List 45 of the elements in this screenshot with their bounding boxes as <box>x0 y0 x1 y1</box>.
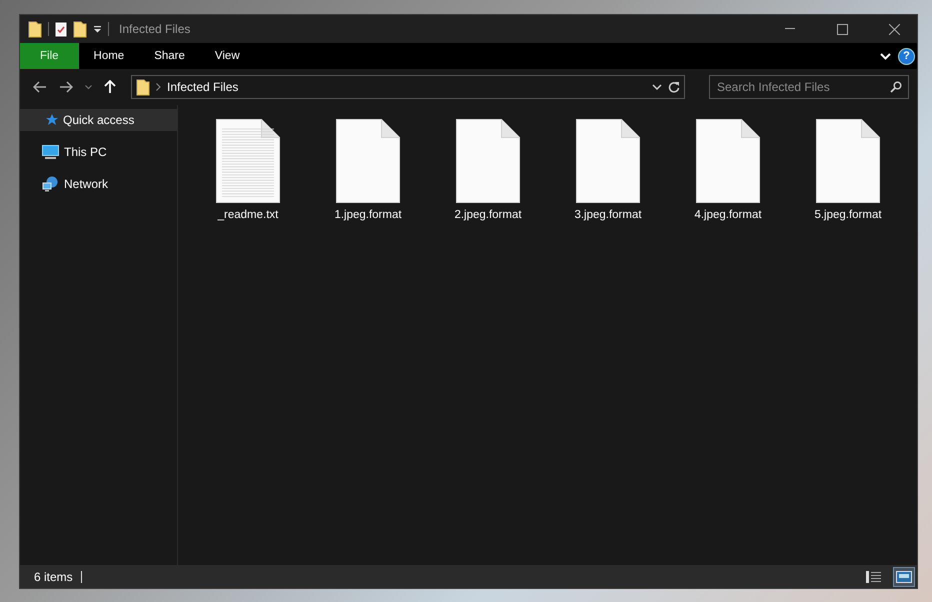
file-name[interactable]: 4.jpeg.format <box>694 209 762 221</box>
ribbon-tab[interactable]: View <box>200 43 255 69</box>
file-name[interactable]: 2.jpeg.format <box>454 209 522 221</box>
monitor-icon <box>42 144 59 160</box>
search-icon <box>890 81 902 93</box>
file-name[interactable]: 1.jpeg.format <box>334 209 402 221</box>
dropdown-chevron-icon[interactable] <box>652 84 662 90</box>
dropdown-caret-icon[interactable] <box>93 25 102 33</box>
navigation-label: Quick access <box>63 113 134 127</box>
file-name[interactable]: 5.jpeg.format <box>814 209 882 221</box>
item-count: 6 items <box>34 570 73 584</box>
refresh-icon[interactable] <box>668 81 680 93</box>
maximize-icon <box>836 24 848 34</box>
new-folder-icon <box>73 20 87 38</box>
blank-document-icon <box>696 119 760 203</box>
navigation-item[interactable]: This PC <box>20 141 177 163</box>
blank-document-icon <box>336 119 400 203</box>
ribbon-tab[interactable]: Home <box>78 43 140 69</box>
folder-icon <box>136 78 150 96</box>
ribbon-tab[interactable]: File <box>20 43 79 69</box>
navigation-label: Network <box>64 177 108 191</box>
address-field[interactable]: Infected Files <box>131 75 685 99</box>
minimize-icon <box>785 28 795 30</box>
network-globe-icon <box>42 176 59 192</box>
blank-document-icon <box>456 119 520 203</box>
path-text: Infected Files <box>167 80 240 94</box>
blank-document-icon <box>816 119 880 203</box>
recent-chevron-icon[interactable] <box>82 84 95 90</box>
star-icon <box>46 114 58 126</box>
help-button[interactable]: ? <box>898 48 915 64</box>
window-title: Infected Files <box>119 22 192 36</box>
folder-icon <box>28 20 42 38</box>
breadcrumb-chevron-icon <box>156 83 161 91</box>
file-name[interactable]: _readme.txt <box>218 209 278 221</box>
navigation-item[interactable]: Quick access <box>20 109 177 131</box>
search-field[interactable]: Search Infected Files <box>709 75 909 99</box>
navigation-item[interactable]: Network <box>20 173 177 195</box>
blank-document-icon <box>576 119 640 203</box>
file-name[interactable]: 3.jpeg.format <box>574 209 642 221</box>
navigation-label: This PC <box>64 145 107 159</box>
large-icons-view-button[interactable] <box>893 566 915 586</box>
ribbon-tab[interactable]: Share <box>139 43 200 69</box>
properties-checkmark-icon[interactable] <box>55 22 67 36</box>
text-document-icon <box>216 119 280 203</box>
close-icon <box>888 24 900 34</box>
